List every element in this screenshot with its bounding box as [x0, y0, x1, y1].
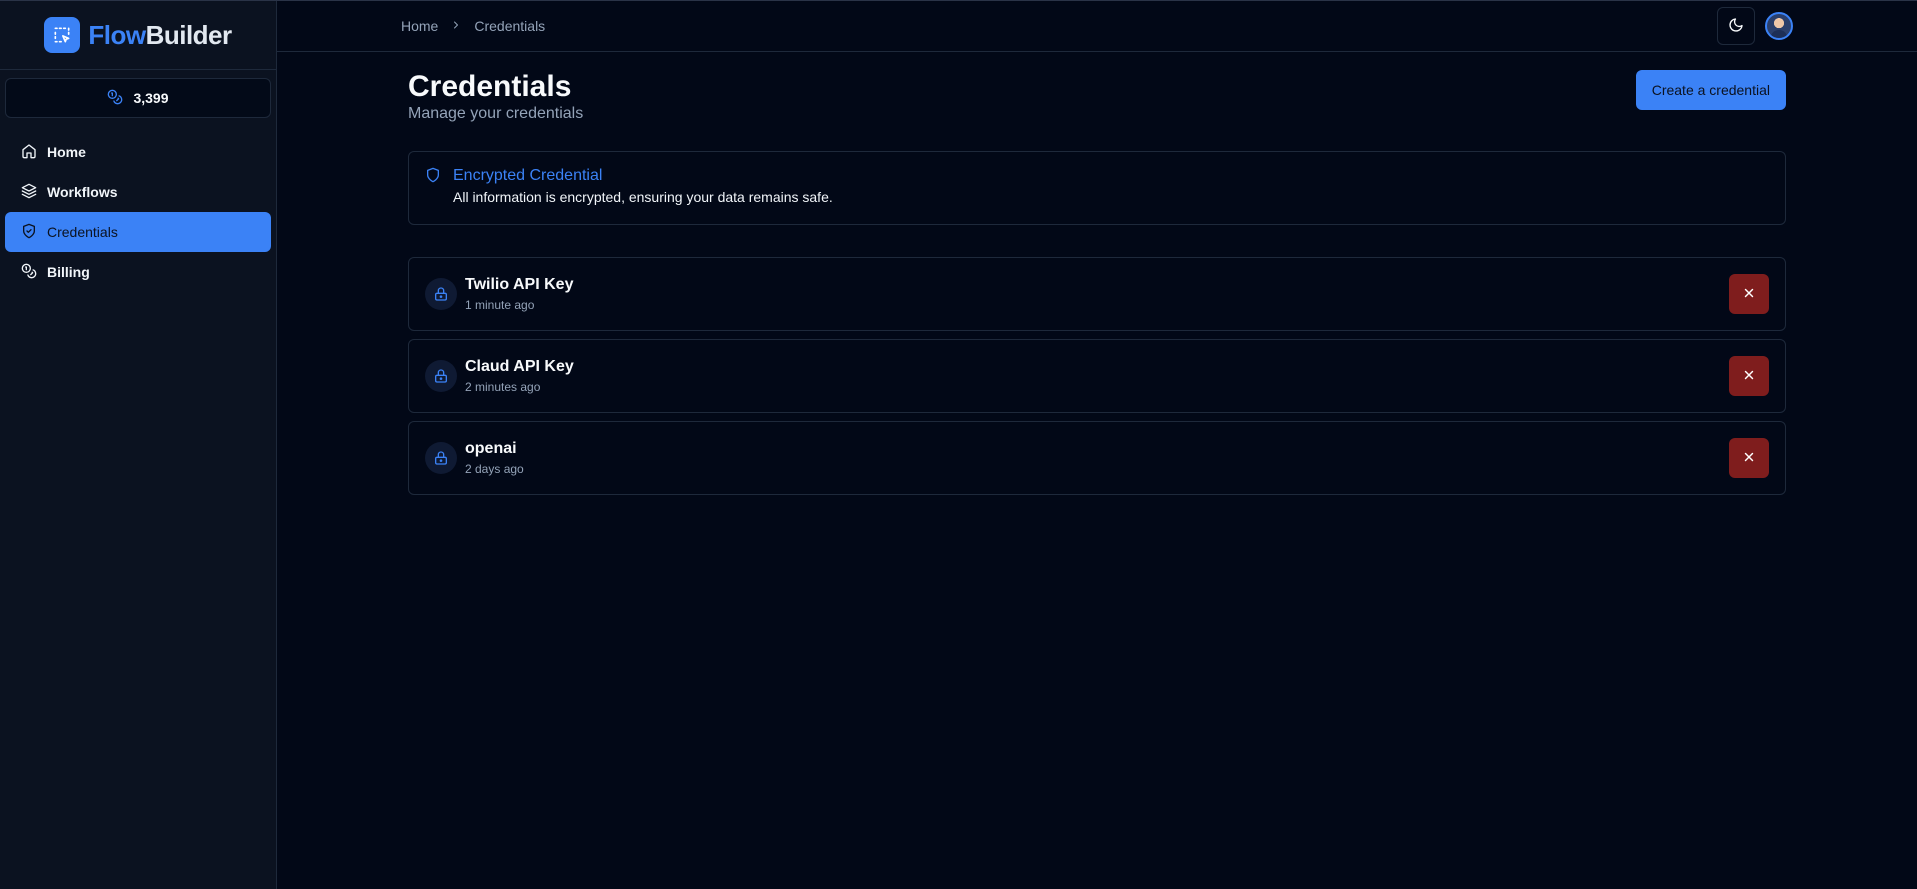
encrypted-alert: Encrypted Credential All information is … — [408, 151, 1786, 225]
brand-name-part2: Builder — [145, 19, 233, 50]
sidebar-item-billing[interactable]: Billing — [5, 252, 271, 292]
brand-logo[interactable]: FlowBuilder — [0, 1, 276, 70]
sidebar-item-workflows[interactable]: Workflows — [5, 172, 271, 212]
breadcrumb: Home Credentials — [401, 18, 545, 34]
brand-name: FlowBuilder — [88, 19, 233, 51]
sidebar-item-credentials[interactable]: Credentials — [5, 212, 271, 252]
credential-card: Claud API Key 2 minutes ago — [408, 339, 1786, 413]
credential-name: openai — [465, 440, 517, 457]
credential-card: Twilio API Key 1 minute ago — [408, 257, 1786, 331]
credential-info: Claud API Key 2 minutes ago — [425, 358, 574, 394]
brand-name-part1: Flow — [88, 19, 146, 50]
credential-info: Twilio API Key 1 minute ago — [425, 276, 573, 312]
topbar-actions — [1717, 7, 1793, 45]
credential-time: 1 minute ago — [465, 298, 535, 312]
page-title: Credentials — [408, 70, 572, 103]
page-header: Credentials Manage your credentials Crea… — [408, 70, 1786, 123]
sidebar-item-label: Home — [47, 144, 86, 160]
delete-credential-button[interactable] — [1729, 356, 1769, 396]
breadcrumb-current: Credentials — [474, 18, 546, 34]
credential-text: openai 2 days ago — [465, 440, 524, 476]
chevron-right-icon — [450, 18, 462, 34]
coins-icon — [107, 89, 123, 108]
sidebar: FlowBuilder 3,399 Home Workflows Credent… — [0, 1, 277, 889]
credits-balance[interactable]: 3,399 — [5, 78, 271, 118]
credential-text: Twilio API Key 1 minute ago — [465, 276, 573, 312]
sidebar-item-home[interactable]: Home — [5, 132, 271, 172]
main-area: Home Credentials Credentials Manage your… — [277, 1, 1917, 889]
credential-name: Twilio API Key — [465, 276, 574, 293]
breadcrumb-home-link[interactable]: Home — [401, 18, 438, 34]
theme-toggle-button[interactable] — [1717, 7, 1755, 45]
credential-card: openai 2 days ago — [408, 421, 1786, 495]
lock-icon — [425, 278, 457, 310]
page-heading: Credentials Manage your credentials — [408, 70, 583, 123]
close-icon — [1742, 450, 1756, 467]
sidebar-item-label: Billing — [47, 264, 90, 280]
layers-icon — [21, 183, 37, 202]
coins-icon — [21, 263, 37, 282]
moon-icon — [1728, 17, 1744, 36]
alert-title: Encrypted Credential — [453, 167, 603, 184]
app-root: FlowBuilder 3,399 Home Workflows Credent… — [0, 0, 1917, 889]
cursor-select-icon — [44, 17, 81, 53]
credential-name: Claud API Key — [465, 358, 574, 375]
topbar: Home Credentials — [277, 1, 1917, 52]
close-icon — [1742, 368, 1756, 385]
credential-text: Claud API Key 2 minutes ago — [465, 358, 574, 394]
sidebar-item-label: Credentials — [47, 224, 118, 240]
alert-body: Encrypted Credential All information is … — [453, 167, 833, 209]
credential-time: 2 minutes ago — [465, 380, 541, 394]
credential-info: openai 2 days ago — [425, 440, 524, 476]
lock-icon — [425, 442, 457, 474]
page-content: Credentials Manage your credentials Crea… — [277, 52, 1917, 495]
shield-icon — [425, 167, 441, 209]
alert-description: All information is encrypted, ensuring y… — [453, 189, 833, 205]
credential-time: 2 days ago — [465, 462, 524, 476]
page-subtitle: Manage your credentials — [408, 105, 584, 122]
home-icon — [21, 143, 37, 162]
credentials-list: Twilio API Key 1 minute ago Claud API Ke… — [408, 257, 1786, 495]
shield-icon — [21, 223, 37, 242]
lock-icon — [425, 360, 457, 392]
sidebar-item-label: Workflows — [47, 184, 118, 200]
delete-credential-button[interactable] — [1729, 274, 1769, 314]
delete-credential-button[interactable] — [1729, 438, 1769, 478]
create-credential-button[interactable]: Create a credential — [1635, 70, 1786, 110]
sidebar-nav: Home Workflows Credentials Billing — [0, 132, 276, 292]
close-icon — [1742, 286, 1756, 303]
avatar[interactable] — [1765, 12, 1793, 40]
credits-amount: 3,399 — [133, 90, 169, 106]
